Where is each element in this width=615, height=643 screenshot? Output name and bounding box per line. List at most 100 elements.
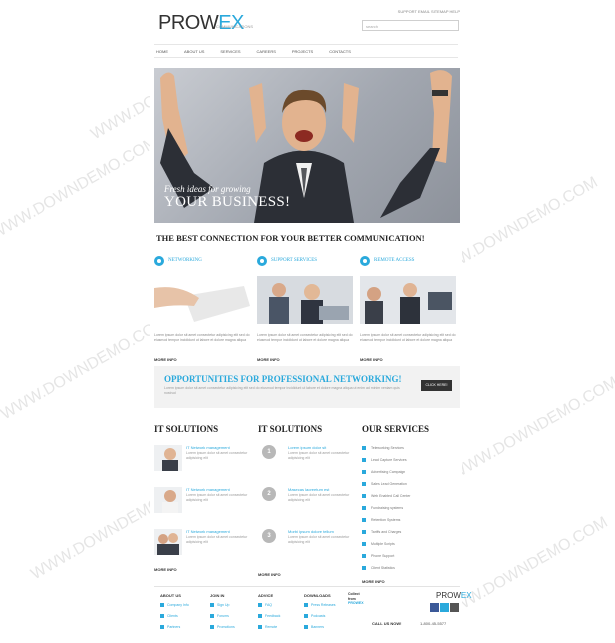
logo-main: PROW — [158, 12, 219, 34]
service-item[interactable]: Tariffs and Charges — [362, 530, 458, 540]
footer-heading: ADVICE — [258, 593, 274, 598]
nav-item-projects[interactable]: PROJECTS — [290, 45, 319, 57]
service-item[interactable]: Fundraising systems — [362, 506, 458, 516]
service-item[interactable]: Phone Support — [362, 554, 458, 564]
footer-link[interactable]: Partners — [160, 625, 206, 629]
phone-number: 1-800-45-5577 — [420, 621, 447, 626]
click-here-button[interactable]: CLICK HERE! — [421, 380, 452, 391]
item-title[interactable]: Masecas laoreetum est — [288, 487, 329, 492]
service-label: Tariffs and Charges — [371, 530, 402, 535]
facebook-icon[interactable] — [430, 603, 439, 612]
more-info-link[interactable]: MORE INFO — [362, 579, 385, 584]
item-text: Lorem ipsum dolor sit amet consectetur a… — [288, 493, 350, 502]
footer-link[interactable]: Clients — [160, 614, 206, 618]
service-item[interactable]: Teleworking Services — [362, 446, 458, 456]
footer-link[interactable]: Sign Up — [210, 603, 256, 607]
more-info-link[interactable]: MORE INFO — [258, 572, 281, 577]
nav-item-careers[interactable]: CAREERS — [255, 45, 282, 57]
footer-link[interactable]: Feedback — [258, 614, 304, 618]
bullet-icon — [362, 542, 366, 547]
search-input[interactable]: search — [362, 20, 459, 31]
feature-networking: NETWORKING Lorem ipsum dolor sit amet co… — [154, 252, 250, 362]
footer-link[interactable]: Remote — [258, 625, 304, 629]
more-info-link[interactable]: MORE INFO — [154, 357, 250, 362]
bullet-icon — [362, 506, 366, 511]
list-item: 1 Lorem ipsum dolor sit Lorem ipsum dolo… — [258, 445, 354, 475]
step-number: 1 — [262, 445, 276, 459]
bullet-icon — [362, 446, 366, 451]
hero-right-arm — [380, 70, 452, 218]
promo-banner: OPPORTUNITIES FOR PROFESSIONAL NETWORKIN… — [154, 366, 460, 408]
item-title[interactable]: Lorem ipsum dolor sit — [288, 445, 326, 450]
service-label: Phone Support — [371, 554, 395, 559]
item-text: Lorem ipsum dolor sit amet consectetur a… — [186, 451, 248, 460]
service-label: Client Statistics — [371, 566, 395, 571]
item-title[interactable]: IT Network management — [186, 487, 230, 492]
bullet-icon — [362, 518, 366, 523]
item-title[interactable]: IT Network management — [186, 529, 230, 534]
it-solutions-heading-2: IT SOLUTIONS — [258, 424, 323, 434]
team-meeting-image — [257, 276, 353, 324]
feature-text: Lorem ipsum dolor sit amet consectetur a… — [257, 333, 353, 342]
nav-item-services[interactable]: SERVICES — [218, 45, 246, 57]
service-item[interactable]: Retention Systems — [362, 518, 458, 528]
service-item[interactable]: Advertising Campaign — [362, 470, 458, 480]
main-nav: HOME ABOUT US SERVICES CAREERS PROJECTS … — [154, 44, 458, 58]
collect-from: Collect from PROWEX — [348, 592, 368, 606]
top-links[interactable]: SUPPORT EMAIL SITEMAP HELP — [398, 9, 460, 14]
footer-column-about: ABOUT US Company Info Clients Partners — [160, 593, 206, 636]
footer-logo: PROWEX — [436, 591, 472, 600]
footer-link[interactable]: Banners — [304, 625, 350, 629]
footer-link[interactable]: FAQ — [258, 603, 304, 607]
service-item[interactable]: Multiple Scripts — [362, 542, 458, 552]
nav-item-home[interactable]: HOME — [154, 45, 174, 57]
collect-stub[interactable]: PROWEX — [348, 601, 368, 606]
person-thumbnail — [154, 445, 182, 471]
more-info-link[interactable]: MORE INFO — [360, 357, 456, 362]
watermark: WWW.DOWNDEMO.COM — [438, 513, 611, 624]
office-team-image — [360, 276, 456, 324]
footer-column-advice: ADVICE FAQ Feedback Remote — [258, 593, 304, 636]
bullet-icon — [362, 554, 366, 559]
nav-item-about[interactable]: ABOUT US — [182, 45, 210, 57]
feature-text: Lorem ipsum dolor sit amet consectetur a… — [154, 333, 250, 342]
footer-heading: ABOUT US — [160, 593, 181, 598]
footer-link[interactable]: Company Info — [160, 603, 206, 607]
service-item[interactable]: Client Statistics — [362, 566, 458, 576]
list-item: 2 Masecas laoreetum est Lorem ipsum dolo… — [258, 487, 354, 517]
collect-label: Collect from — [348, 592, 360, 601]
twitter-icon[interactable] — [440, 603, 449, 612]
footer-link[interactable]: Podcasts — [304, 614, 350, 618]
feature-support: SUPPORT SERVICES Lorem ipsum dolor sit a… — [257, 252, 353, 362]
service-label: Advertising Campaign — [371, 470, 406, 475]
footer-link[interactable]: Press Releases — [304, 603, 350, 607]
footer-link[interactable]: Forums — [210, 614, 256, 618]
service-item[interactable]: Web Enabled Call Center — [362, 494, 458, 504]
rss-icon[interactable] — [450, 603, 459, 612]
feature-title: SUPPORT SERVICES — [271, 258, 318, 264]
logo-x: EX — [218, 12, 244, 34]
footer: ABOUT US Company Info Clients Partners J… — [154, 586, 472, 643]
footer-link[interactable]: Promotions — [210, 625, 256, 629]
hero-title: YOUR BUSINESS! — [164, 194, 291, 210]
service-item[interactable]: Sales Lead Generation — [362, 482, 458, 492]
item-text: Lorem ipsum dolor sit amet consectetur a… — [186, 535, 248, 544]
person-thumbnail — [154, 487, 182, 513]
more-info-link[interactable]: MORE INFO — [154, 567, 177, 572]
service-label: Multiple Scripts — [371, 542, 395, 547]
service-item[interactable]: Lead Capture Services — [362, 458, 458, 468]
keyboard-hand-image — [154, 276, 250, 324]
footer-logo-main: PROW — [436, 591, 461, 600]
more-info-link[interactable]: MORE INFO — [257, 357, 353, 362]
bullet-icon — [362, 530, 366, 535]
list-item: IT Network management Lorem ipsum dolor … — [154, 487, 250, 517]
hero-banner: Fresh ideas for growing YOUR BUSINESS! — [154, 68, 460, 223]
item-title[interactable]: Morbi ipsum dolore tellum — [288, 529, 334, 534]
item-text: Lorem ipsum dolor sit amet consectetur a… — [288, 451, 350, 460]
social-links — [430, 603, 459, 612]
nav-item-contacts[interactable]: CONTACTS — [327, 45, 357, 57]
remote-access-icon — [360, 255, 370, 266]
item-title[interactable]: IT Network management — [186, 445, 230, 450]
step-number: 3 — [262, 529, 276, 543]
bullet-icon — [362, 482, 366, 487]
